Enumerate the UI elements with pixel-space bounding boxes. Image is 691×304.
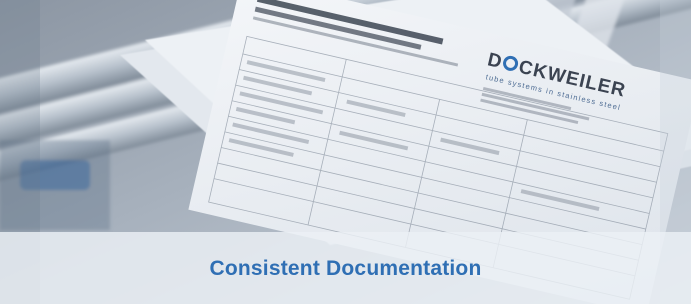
caption-title: Consistent Documentation [209,257,482,280]
caption-bar: Consistent Documentation [0,232,691,304]
documentation-card: D CKWEILER tube systems in stainless ste… [0,0,691,304]
